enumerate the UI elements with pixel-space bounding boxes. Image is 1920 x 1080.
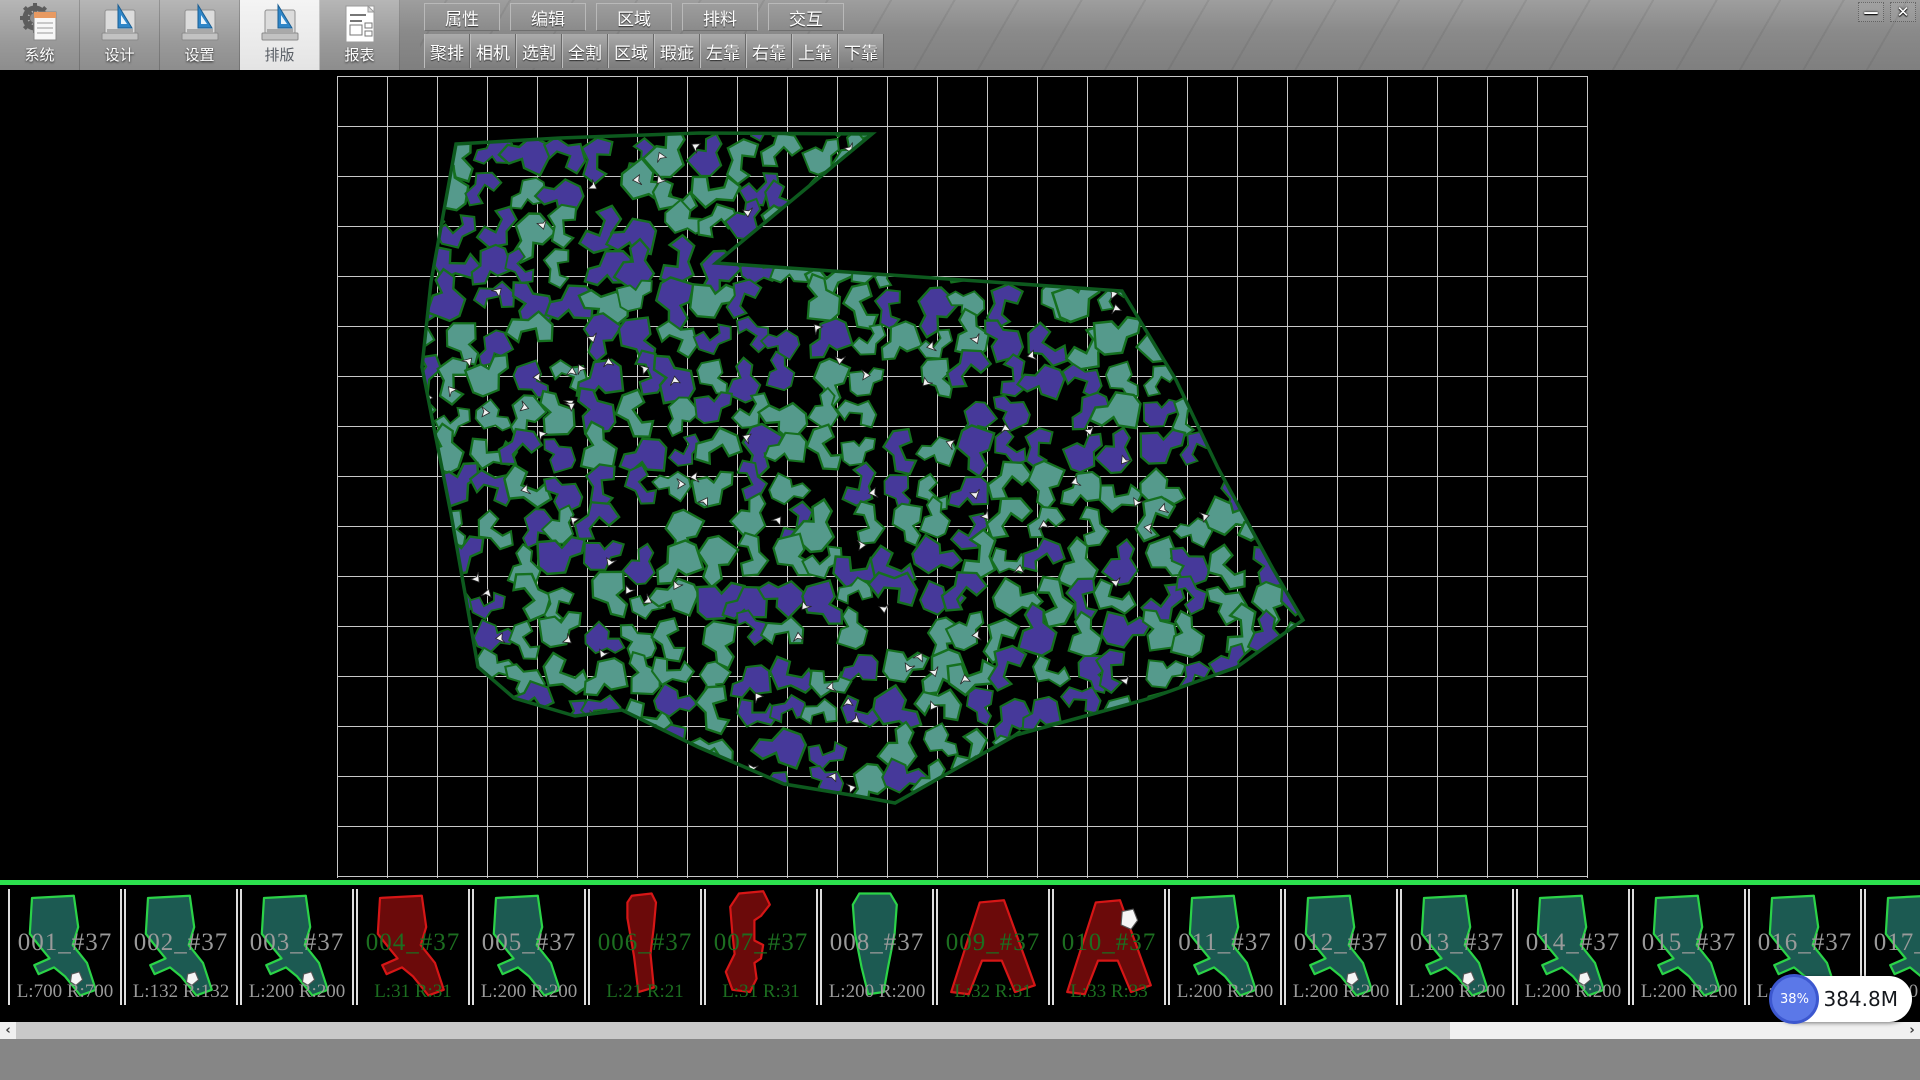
memory-value: 384.8M bbox=[1823, 987, 1898, 1011]
piece-thumbnail-008_#37[interactable]: 008_#37 L:200 R:200 bbox=[820, 889, 934, 1005]
piece-lr-count: L:200 R:200 bbox=[822, 981, 932, 1003]
piece-lr-count: L:700 R:700 bbox=[10, 981, 120, 1003]
piece-id-label: 016_#37 bbox=[1750, 929, 1860, 957]
piece-lr-count: L:200 R:200 bbox=[1402, 981, 1512, 1003]
piece-id-label: 015_#37 bbox=[1634, 929, 1744, 957]
piece-id-label: 006_#37 bbox=[590, 929, 700, 957]
status-bar bbox=[0, 1039, 1920, 1080]
piece-id-label: 009_#37 bbox=[938, 929, 1048, 957]
horizontal-scrollbar[interactable]: ‹ › bbox=[0, 1022, 1920, 1039]
piece-thumbnail-013_#37[interactable]: 013_#37 L:200 R:200 bbox=[1400, 889, 1514, 1005]
piece-id-label: 003_#37 bbox=[242, 929, 352, 957]
piece-id-label: 004_#37 bbox=[358, 929, 468, 957]
piece-lr-count: L:31 R:31 bbox=[358, 981, 468, 1003]
piece-thumbnail-002_#37[interactable]: 002_#37 L:132 R:132 bbox=[124, 889, 238, 1005]
piece-lr-count: L:200 R:200 bbox=[1170, 981, 1280, 1003]
piece-thumbnail-009_#37[interactable]: 009_#37 L:32 R:31 bbox=[936, 889, 1050, 1005]
piece-id-label: 012_#37 bbox=[1286, 929, 1396, 957]
piece-thumbnail-005_#37[interactable]: 005_#37 L:200 R:200 bbox=[472, 889, 586, 1005]
piece-lr-count: L:32 R:31 bbox=[938, 981, 1048, 1003]
piece-thumbnail-003_#37[interactable]: 003_#37 L:200 R:200 bbox=[240, 889, 354, 1005]
piece-thumbnail-001_#37[interactable]: 001_#37 L:700 R:700 bbox=[8, 889, 122, 1005]
piece-lr-count: L:31 R:31 bbox=[706, 981, 816, 1003]
piece-id-label: 005_#37 bbox=[474, 929, 584, 957]
piece-thumbnail-panel: 001_#37 L:700 R:700 002_#37 L:132 R:132 … bbox=[0, 880, 1920, 1022]
piece-thumbnail-014_#37[interactable]: 014_#37 L:200 R:200 bbox=[1516, 889, 1630, 1005]
piece-id-label: 011_#37 bbox=[1170, 929, 1280, 957]
scroll-left-arrow-icon[interactable]: ‹ bbox=[0, 1022, 16, 1039]
piece-thumbnail-011_#37[interactable]: 011_#37 L:200 R:200 bbox=[1168, 889, 1282, 1005]
piece-lr-count: L:200 R:200 bbox=[1286, 981, 1396, 1003]
memory-status-badge: 38% 384.8M bbox=[1771, 976, 1912, 1022]
piece-thumbnail-004_#37[interactable]: 004_#37 L:31 R:31 bbox=[356, 889, 470, 1005]
piece-lr-count: L:200 R:200 bbox=[1518, 981, 1628, 1003]
piece-id-label: 008_#37 bbox=[822, 929, 932, 957]
piece-id-label: 014_#37 bbox=[1518, 929, 1628, 957]
piece-lr-count: L:33 R:33 bbox=[1054, 981, 1164, 1003]
piece-id-label: 013_#37 bbox=[1402, 929, 1512, 957]
piece-id-label: 002_#37 bbox=[126, 929, 236, 957]
piece-lr-count: L:200 R:200 bbox=[242, 981, 352, 1003]
piece-thumbnail-015_#37[interactable]: 015_#37 L:200 R:200 bbox=[1632, 889, 1746, 1005]
piece-thumbnail-010_#37[interactable]: 010_#37 L:33 R:33 bbox=[1052, 889, 1166, 1005]
piece-id-label: 007_#37 bbox=[706, 929, 816, 957]
piece-thumbnail-list: 001_#37 L:700 R:700 002_#37 L:132 R:132 … bbox=[8, 889, 1920, 1005]
piece-id-label: 010_#37 bbox=[1054, 929, 1164, 957]
progress-percent-badge: 38% bbox=[1769, 974, 1819, 1024]
piece-lr-count: L:21 R:21 bbox=[590, 981, 700, 1003]
scrollbar-thumb[interactable] bbox=[16, 1022, 1450, 1039]
piece-thumbnail-006_#37[interactable]: 006_#37 L:21 R:21 bbox=[588, 889, 702, 1005]
piece-id-label: 001_#37 bbox=[10, 929, 120, 957]
piece-thumbnail-012_#37[interactable]: 012_#37 L:200 R:200 bbox=[1284, 889, 1398, 1005]
piece-lr-count: L:132 R:132 bbox=[126, 981, 236, 1003]
piece-lr-count: L:200 R:200 bbox=[1634, 981, 1744, 1003]
piece-id-label: 017_#37 bbox=[1866, 929, 1920, 957]
piece-thumbnail-007_#37[interactable]: 007_#37 L:31 R:31 bbox=[704, 889, 818, 1005]
piece-lr-count: L:200 R:200 bbox=[474, 981, 584, 1003]
scroll-right-arrow-icon[interactable]: › bbox=[1904, 1022, 1920, 1039]
nesting-canvas[interactable] bbox=[0, 70, 1920, 880]
